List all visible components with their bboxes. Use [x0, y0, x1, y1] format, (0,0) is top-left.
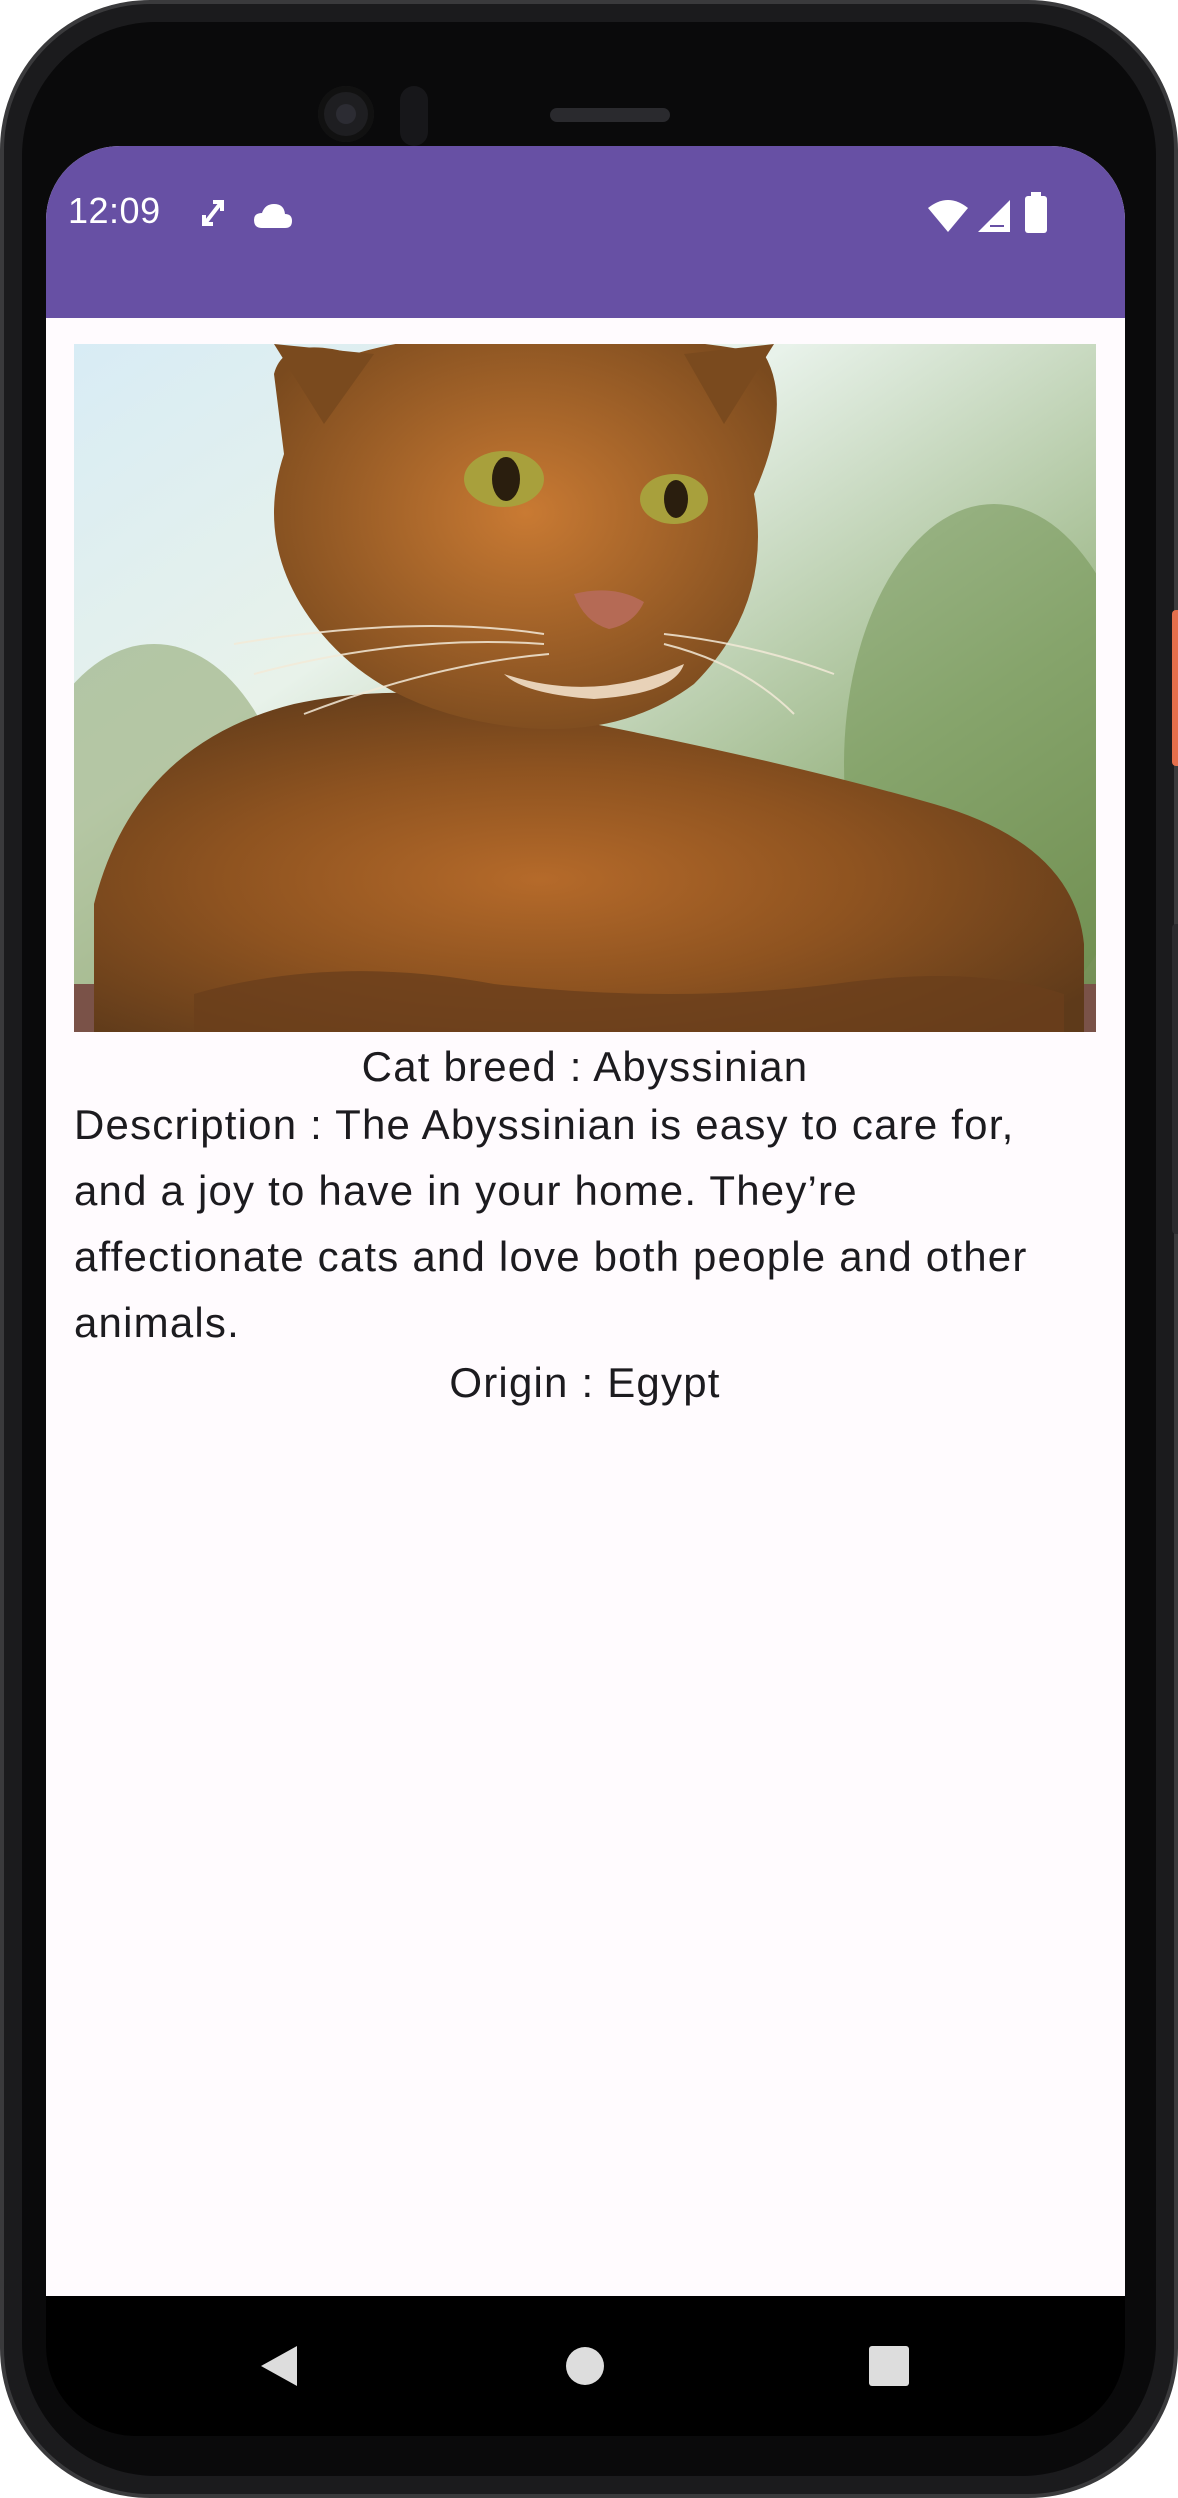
recents-icon[interactable] — [859, 2336, 919, 2396]
abyssinian-cat-image — [74, 344, 1096, 1032]
sync-arrows-icon — [198, 196, 228, 235]
app-screen: 12:09 Cat breed: Abyssinian Description… — [46, 146, 1125, 2296]
battery-icon — [1024, 192, 1048, 239]
home-icon[interactable] — [555, 2336, 615, 2396]
cat-description: Description : The Abyssinian is easy to … — [74, 1101, 1028, 1346]
status-bar: 12:09 — [46, 146, 1125, 318]
back-icon[interactable] — [251, 2336, 311, 2396]
navigation-bar — [46, 2296, 1125, 2436]
wifi-icon — [926, 198, 970, 239]
cat-breed-label: Cat breed : Abyssinian — [361, 1043, 809, 1090]
cat-origin-label: Origin : Egypt — [449, 1359, 721, 1406]
earpiece-speaker — [550, 108, 670, 122]
front-camera — [318, 86, 374, 142]
volume-button[interactable] — [1172, 924, 1178, 1234]
power-button[interactable] — [1172, 610, 1178, 766]
proximity-sensor — [400, 86, 428, 146]
cloud-icon — [252, 202, 294, 235]
status-time: 12:09 — [68, 190, 161, 231]
cellular-signal-icon — [976, 198, 1014, 239]
